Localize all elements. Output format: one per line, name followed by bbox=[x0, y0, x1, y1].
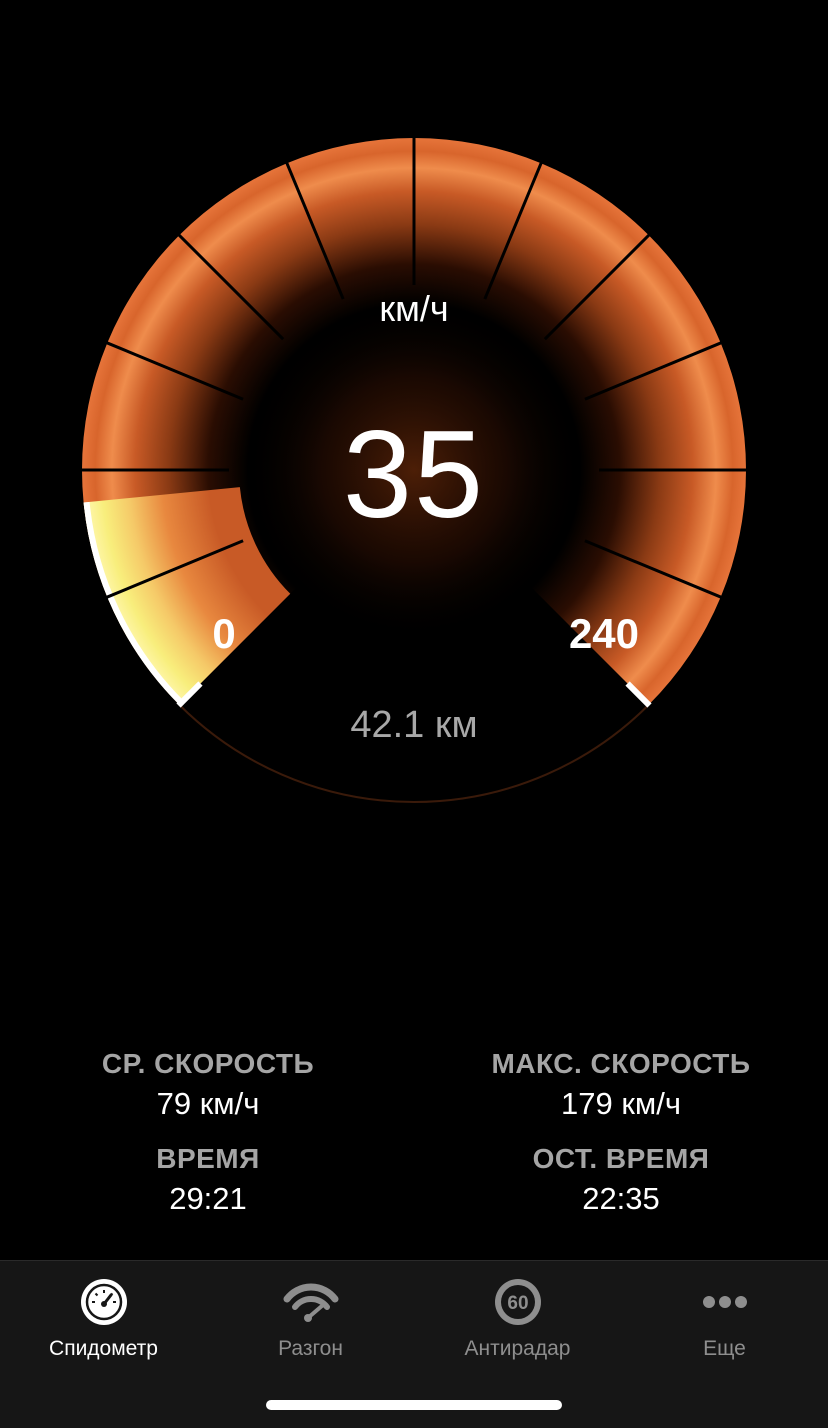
stat-value: 29:21 bbox=[169, 1181, 247, 1216]
stat-label: МАКС. СКОРОСТЬ bbox=[491, 1048, 751, 1079]
speed-limit-value: 60 bbox=[507, 1293, 528, 1314]
tab-speedometer[interactable]: Спидометр bbox=[0, 1277, 207, 1367]
stat-average-speed: СР. СКОРОСТЬ 79 км/ч bbox=[28, 1048, 388, 1122]
tab-acceleration[interactable]: Разгон bbox=[207, 1277, 414, 1367]
gauge-max-label: 240 bbox=[568, 610, 640, 657]
speed-limit-icon: 60 bbox=[494, 1279, 541, 1325]
stat-label: ВРЕМЯ bbox=[156, 1143, 260, 1174]
tab-label: Спидометр bbox=[49, 1337, 158, 1360]
speed-unit: км/ч bbox=[379, 288, 449, 329]
gauge-end-marks bbox=[176, 681, 652, 708]
tab-label: Еще bbox=[703, 1337, 746, 1360]
acceleration-icon bbox=[283, 1283, 338, 1322]
stat-label: СР. СКОРОСТЬ bbox=[101, 1048, 315, 1079]
stat-value: 22:35 bbox=[582, 1181, 660, 1216]
speedometer-icon bbox=[80, 1279, 127, 1325]
current-speed: 35 bbox=[343, 406, 485, 544]
stat-time: ВРЕМЯ 29:21 bbox=[28, 1143, 388, 1217]
tab-label: Антирадар bbox=[464, 1337, 571, 1360]
stat-value: 179 км/ч bbox=[561, 1086, 681, 1121]
gauge-min-label: 0 bbox=[212, 610, 236, 657]
stat-label: ОСТ. ВРЕМЯ bbox=[532, 1143, 710, 1174]
tab-more[interactable]: Еще bbox=[621, 1277, 828, 1367]
stat-value: 79 км/ч bbox=[156, 1086, 260, 1121]
stat-max-speed: МАКС. СКОРОСТЬ 179 км/ч bbox=[441, 1048, 801, 1122]
tab-label: Разгон bbox=[278, 1337, 343, 1360]
more-icon bbox=[702, 1296, 747, 1308]
distance-readout: 42.1 км bbox=[350, 704, 478, 746]
home-indicator bbox=[266, 1400, 562, 1410]
stat-remaining-time: ОСТ. ВРЕМЯ 22:35 bbox=[441, 1143, 801, 1217]
tab-radar[interactable]: 60 Антирадар bbox=[414, 1277, 621, 1367]
